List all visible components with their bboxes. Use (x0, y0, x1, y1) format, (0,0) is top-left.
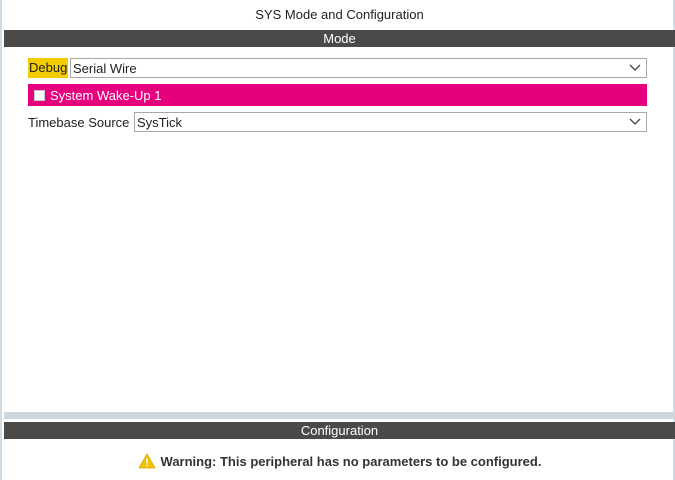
panel-title: SYS Mode and Configuration (255, 7, 424, 22)
timebase-label: Timebase Source (28, 114, 130, 130)
warning-text: Warning: This peripheral has no paramete… (160, 453, 542, 469)
system-wakeup-row[interactable]: System Wake-Up 1 (28, 84, 647, 106)
warning-triangle-icon (137, 453, 156, 469)
chevron-down-icon (624, 113, 646, 131)
system-wakeup-label: System Wake-Up 1 (50, 87, 162, 103)
timebase-select-value: SysTick (137, 114, 183, 130)
timebase-row: Timebase Source (28, 111, 129, 133)
section-divider[interactable] (4, 412, 675, 419)
sys-config-panel: SYS Mode and Configuration Mode Debug Se… (0, 0, 675, 480)
no-parameters-warning: Warning: This peripheral has no paramete… (2, 450, 675, 472)
mode-section-header: Mode (4, 30, 675, 47)
configuration-section-header: Configuration (4, 422, 675, 439)
chevron-down-icon (624, 59, 646, 77)
timebase-select[interactable]: SysTick (134, 112, 647, 132)
debug-row: Debug (28, 57, 69, 79)
debug-label: Debug (28, 58, 69, 78)
system-wakeup-checkbox[interactable] (34, 89, 45, 101)
debug-select-value: Serial Wire (73, 60, 137, 76)
debug-select[interactable]: Serial Wire (70, 58, 647, 78)
